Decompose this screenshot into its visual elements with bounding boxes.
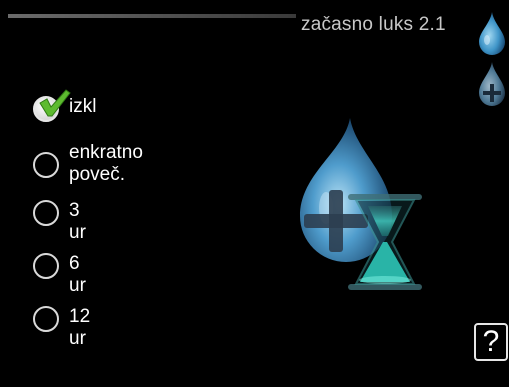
option-label-line2: poveč. [69, 164, 125, 185]
water-drop-plus-icon [477, 60, 507, 113]
option-12-ur[interactable]: 12 ur [33, 306, 90, 350]
hot-water-boost-timer-icon [290, 112, 430, 307]
water-drop-icon [477, 10, 507, 61]
help-button[interactable]: ? [474, 323, 508, 361]
option-label: 12 ur [69, 306, 91, 349]
option-label: 3 ur [69, 200, 86, 243]
option-izkl[interactable]: izkl [33, 89, 97, 122]
page-title: začasno luks 2.1 [301, 14, 446, 35]
radio-button[interactable] [33, 306, 59, 332]
option-label: enkratno poveč. [69, 142, 143, 186]
header-divider [8, 14, 296, 18]
option-label: izkl [69, 96, 97, 117]
option-enkratno-povec[interactable]: enkratno poveč. [33, 142, 143, 186]
option-6-ur[interactable]: 6 ur [33, 253, 86, 297]
help-icon: ? [482, 325, 500, 358]
checkmark-icon [39, 89, 71, 117]
radio-button[interactable] [33, 200, 59, 226]
option-label: 6 ur [69, 253, 86, 296]
radio-button-checked[interactable] [33, 89, 71, 122]
radio-button[interactable] [33, 253, 59, 279]
option-3-ur[interactable]: 3 ur [33, 200, 86, 244]
radio-button[interactable] [33, 152, 59, 178]
option-label-line1: enkratno [69, 142, 143, 163]
